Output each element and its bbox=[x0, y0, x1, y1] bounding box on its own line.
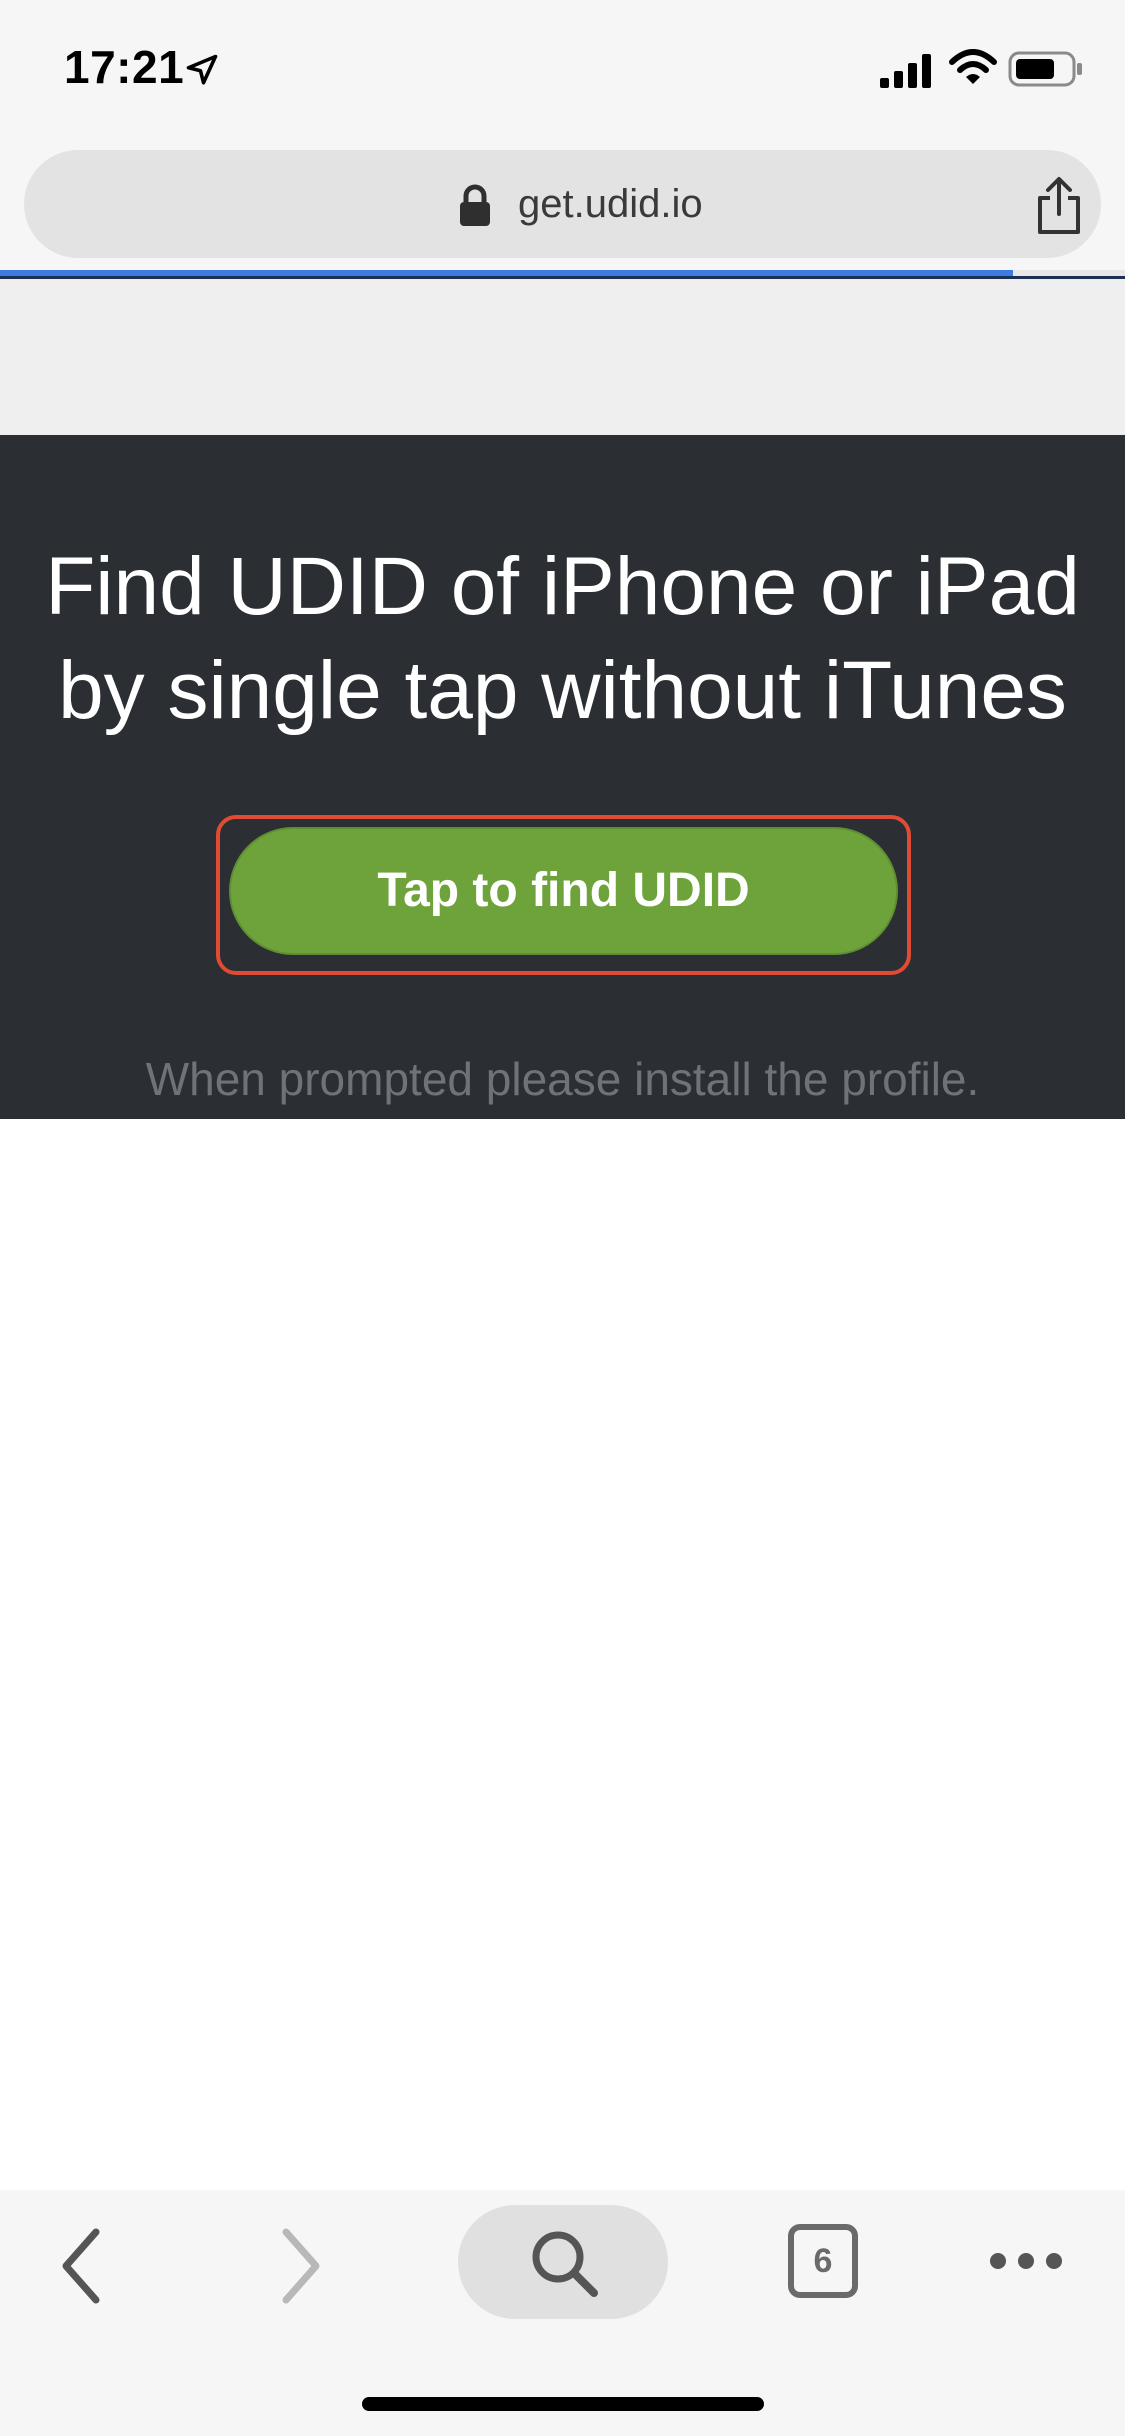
url-field[interactable]: get.udid.io bbox=[24, 150, 1101, 258]
chevron-left-icon[interactable] bbox=[58, 2226, 104, 2306]
address-bar: get.udid.io bbox=[0, 140, 1125, 270]
tabs-count: 6 bbox=[813, 2242, 833, 2280]
location-arrow-icon bbox=[186, 54, 218, 85]
page-header-strip bbox=[0, 279, 1125, 435]
find-udid-button[interactable]: Tap to find UDID bbox=[229, 827, 898, 955]
share-icon[interactable] bbox=[1034, 176, 1084, 236]
status-time: 17:21 bbox=[64, 41, 185, 93]
home-indicator[interactable] bbox=[362, 2397, 764, 2411]
hero-title: Find UDID of iPhone or iPad by single ta… bbox=[30, 535, 1095, 743]
hero-title-line1: Find UDID of iPhone or iPad bbox=[45, 541, 1080, 632]
more-icon[interactable] bbox=[986, 2246, 1066, 2276]
browser-screen: 17:21 get.udid.io Find UDID of iPhone or… bbox=[0, 0, 1125, 2436]
search-button[interactable] bbox=[458, 2205, 668, 2319]
signal-icon bbox=[880, 54, 931, 88]
battery-icon bbox=[1008, 51, 1082, 87]
install-profile-note: When prompted please install the profile… bbox=[145, 1053, 980, 1105]
url-text: get.udid.io bbox=[518, 182, 703, 226]
tabs-button[interactable]: 6 bbox=[788, 2224, 858, 2298]
hero-section: Find UDID of iPhone or iPad by single ta… bbox=[0, 435, 1125, 1119]
wifi-icon bbox=[949, 49, 997, 84]
search-icon bbox=[532, 2231, 598, 2297]
cta-highlight: Tap to find UDID bbox=[216, 815, 911, 975]
chevron-right-icon[interactable] bbox=[278, 2226, 324, 2306]
hero-title-line2: by single tap without iTunes bbox=[58, 645, 1067, 736]
status-bar: 17:21 bbox=[0, 0, 1125, 140]
lock-icon bbox=[460, 184, 490, 226]
